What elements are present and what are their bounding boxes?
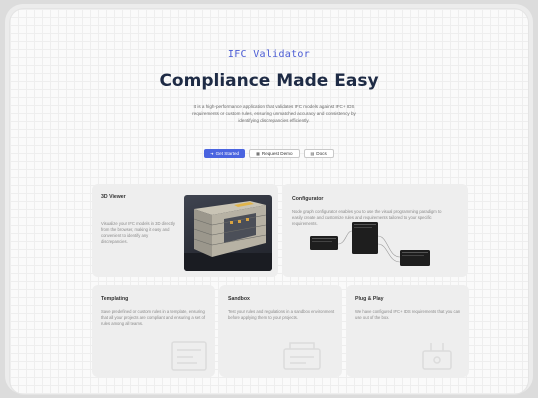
calendar-icon: ▦ [256,151,260,156]
graph-node[interactable] [310,236,338,250]
card-configurator[interactable]: Configurator Node graph configurator ena… [282,184,468,277]
card-text: Save predefined or custom rules in a tem… [101,309,206,326]
plug-icon [422,343,452,370]
card-text: Test your rules and regulations in a san… [228,309,335,320]
brand-logo[interactable]: IFC Validator [10,49,528,60]
sandbox-icon [283,342,321,370]
graph-node[interactable] [352,222,378,254]
get-started-button[interactable]: ➜ Get Started [204,149,246,158]
landing-page: IFC Validator Compliance Made Easy It is… [10,9,528,394]
request-demo-button[interactable]: ▦ Request Demo [249,149,300,158]
graph-node[interactable] [400,250,430,266]
hero-description: It is a high-performance application tha… [192,104,356,123]
building-model-icon [184,201,272,271]
page-title: Compliance Made Easy [159,71,379,91]
card-text: We have configured IFC+ IDS requirements… [355,309,461,320]
card-sandbox[interactable]: Sandbox Test your rules and regulations … [219,285,342,377]
card-title: Plug & Play [355,296,384,302]
card-title: 3D Viewer [101,194,126,200]
card-title: Sandbox [228,296,250,302]
docs-label: Docs [316,151,327,156]
book-icon: ▤ [310,151,315,156]
get-started-label: Get Started [215,151,240,156]
arrow-icon: ➜ [210,151,214,156]
cta-buttons: ➜ Get Started ▦ Request Demo ▤ Docs [10,149,528,158]
3d-model-image [184,195,272,271]
card-templating[interactable]: Templating Save predefined or custom rul… [92,285,215,377]
template-icon [171,341,207,371]
card-3d-viewer[interactable]: 3D Viewer Visualize your IFC models in 3… [92,184,278,277]
request-demo-label: Request Demo [261,151,293,156]
card-title: Templating [101,296,129,302]
card-text: Visualize your IFC models in 3D directly… [101,221,175,244]
docs-button[interactable]: ▤ Docs [303,149,334,158]
card-plug-play[interactable]: Plug & Play We have configured IFC+ IDS … [346,285,469,377]
